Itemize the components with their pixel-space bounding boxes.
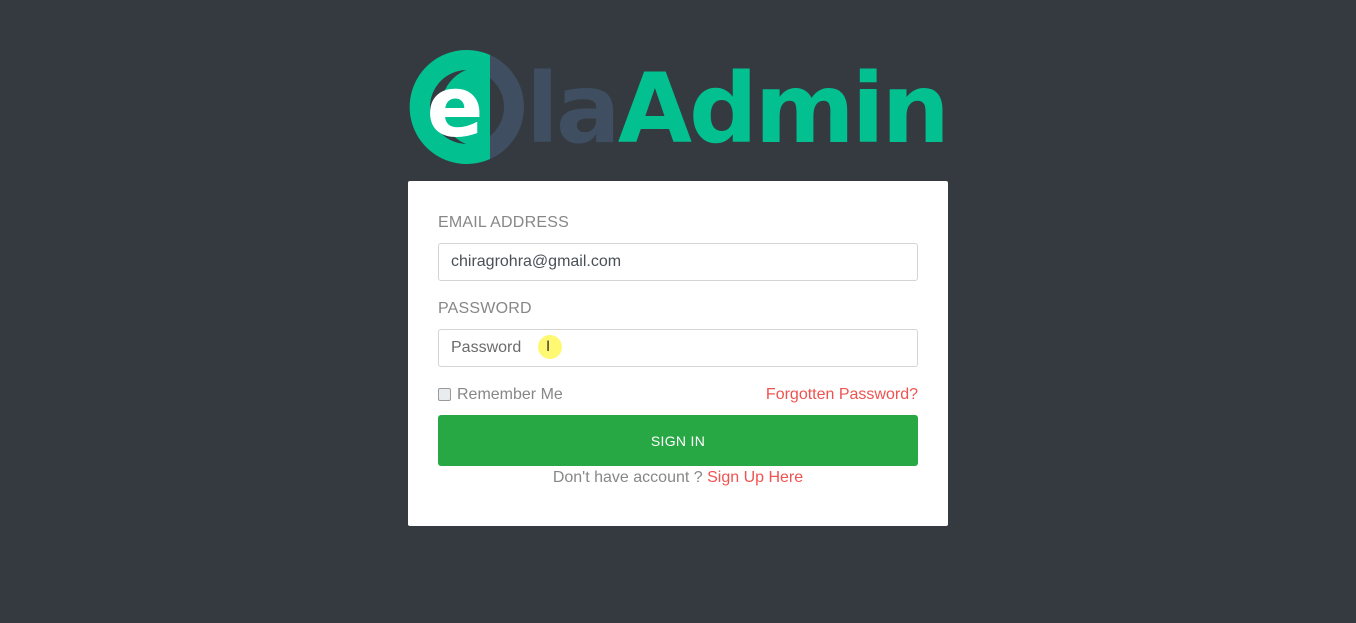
logo-letter: e (427, 58, 484, 156)
logo-e-mark-icon: e (409, 49, 524, 164)
signup-prompt: Don't have account ? Sign Up Here (408, 469, 948, 487)
remember-me-checkbox[interactable] (438, 387, 451, 401)
password-label: PASSWORD (438, 300, 532, 317)
remember-me-option[interactable]: Remember Me (438, 386, 563, 404)
text-cursor-icon: I (546, 339, 551, 355)
remember-me-label: Remember Me (457, 386, 563, 403)
email-field[interactable] (438, 243, 918, 281)
forgot-password-link[interactable]: Forgotten Password? (766, 386, 918, 404)
logo-text-la: la (526, 53, 621, 165)
logo-wordmark: laAdmin (526, 53, 950, 165)
email-label: EMAIL ADDRESS (438, 214, 569, 231)
password-field[interactable] (438, 329, 918, 367)
signup-prompt-text: Don't have account ? (552, 469, 703, 486)
sign-in-button[interactable]: SIGN IN (438, 415, 918, 466)
login-card: EMAIL ADDRESS PASSWORD I Remember Me For… (408, 181, 948, 526)
ela-admin-logo: e laAdmin (408, 46, 953, 168)
sign-up-link[interactable]: Sign Up Here (707, 469, 803, 486)
logo-text-admin: Admin (617, 53, 950, 165)
